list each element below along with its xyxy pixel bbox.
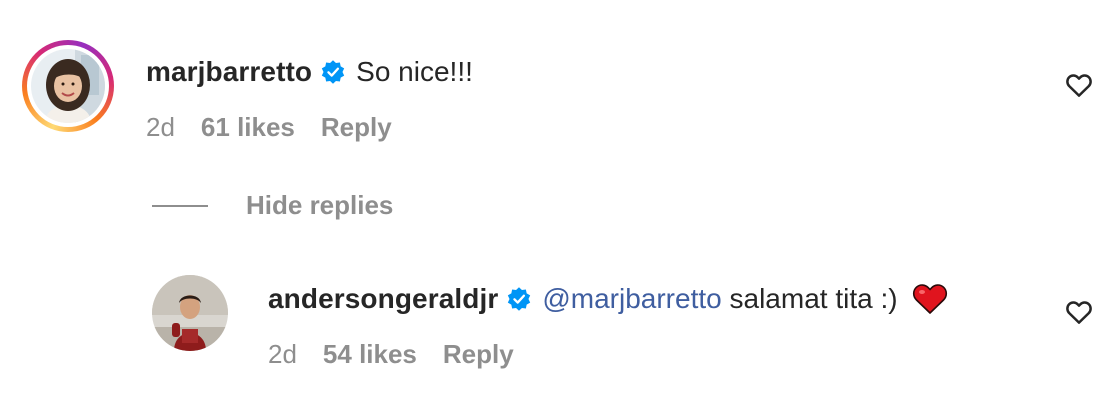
username[interactable]: andersongeraldjr	[268, 283, 498, 315]
username[interactable]: marjbarretto	[146, 56, 312, 88]
man-portrait-avatar	[152, 275, 228, 351]
comment-text: So nice!!!	[356, 56, 473, 87]
likes-count[interactable]: 61 likes	[201, 112, 295, 143]
woman-portrait-avatar	[31, 49, 105, 123]
heart-outline-icon[interactable]	[1064, 70, 1094, 100]
avatar[interactable]	[31, 49, 105, 123]
likes-count[interactable]: 54 likes	[323, 339, 417, 370]
comment-line: marjbarretto So nice!!!	[146, 56, 473, 88]
hide-replies-label: Hide replies	[246, 190, 394, 220]
verified-badge-icon	[321, 60, 345, 84]
comment-line: andersongeraldjr @marjbarretto salamat t…	[268, 283, 948, 315]
divider	[152, 204, 208, 207]
hide-replies-toggle[interactable]: Hide replies	[152, 190, 393, 221]
heart-outline-icon[interactable]	[1064, 297, 1094, 327]
red-heart-emoji-icon	[912, 284, 947, 314]
avatar-story-ring[interactable]	[22, 40, 114, 132]
reply-button[interactable]: Reply	[321, 112, 392, 143]
comment-meta: 2d 54 likes Reply	[268, 339, 514, 370]
reply-button[interactable]: Reply	[443, 339, 514, 370]
mention-link[interactable]: @marjbarretto	[542, 283, 721, 315]
timestamp[interactable]: 2d	[146, 112, 175, 143]
comment-meta: 2d 61 likes Reply	[146, 112, 392, 143]
verified-badge-icon	[508, 287, 531, 311]
avatar[interactable]	[152, 275, 228, 351]
timestamp[interactable]: 2d	[268, 339, 297, 370]
comment-text: salamat tita :)	[721, 283, 898, 314]
